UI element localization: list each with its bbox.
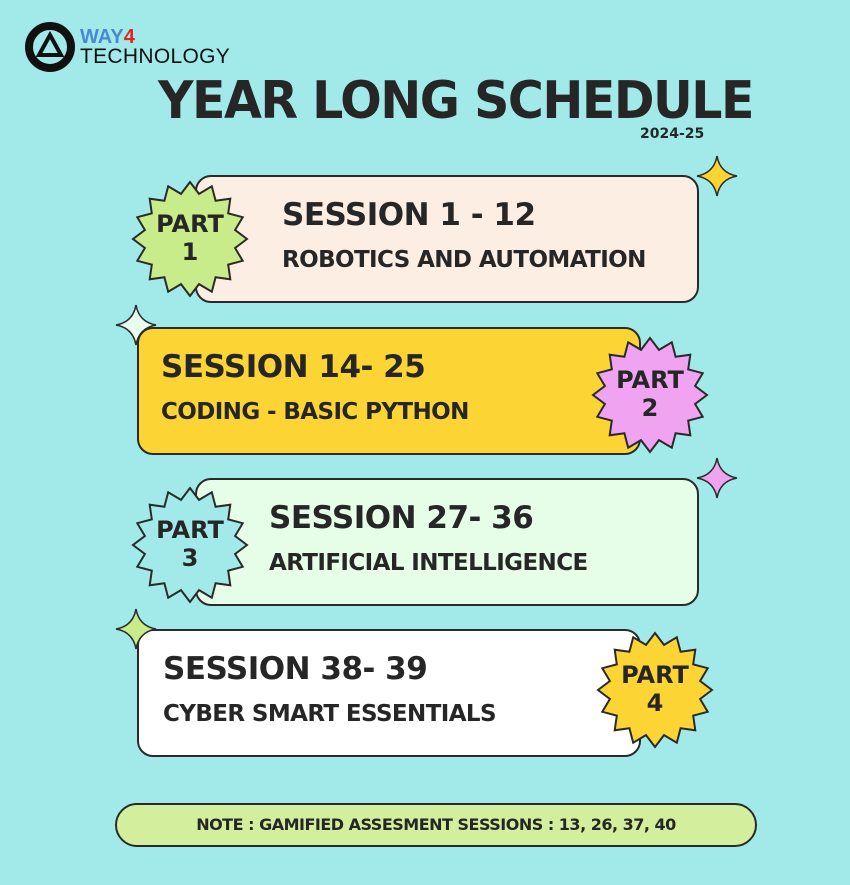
brand-logo: WAY4 TECHNOLOGY [24,21,230,73]
topic-label: ARTIFICIAL INTELLIGENCE [269,550,588,576]
topic-label: ROBOTICS AND AUTOMATION [282,247,646,273]
logo-technology: TECHNOLOGY [80,45,231,68]
year-label: 2024-25 [640,126,705,142]
badge-part: PART [156,516,224,544]
sparkle-icon [115,608,157,650]
part-card-1: SESSION 1 - 12 ROBOTICS AND AUTOMATION [195,175,699,303]
session-range: SESSION 38- 39 [163,651,428,687]
sparkle-icon [696,155,738,197]
part-badge-4: PART 4 [596,631,714,749]
session-range: SESSION 14- 25 [161,349,426,385]
topic-label: CYBER SMART ESSENTIALS [163,701,497,727]
note-banner: NOTE : GAMIFIED ASSESMENT SESSIONS : 13,… [115,803,757,847]
part-badge-2: PART 2 [591,336,709,454]
badge-number: 4 [646,689,664,717]
page-title: YEAR LONG SCHEDULE [158,70,754,131]
badge-part: PART [616,366,684,394]
session-range: SESSION 1 - 12 [282,197,536,233]
part-card-2: SESSION 14- 25 CODING - BASIC PYTHON [137,327,641,455]
part-card-4: SESSION 38- 39 CYBER SMART ESSENTIALS [137,629,641,757]
badge-number: 2 [641,394,659,422]
badge-number: 3 [181,544,199,572]
part-badge-1: PART 1 [131,180,249,298]
badge-number: 1 [181,238,199,266]
badge-part: PART [621,661,689,689]
session-range: SESSION 27- 36 [269,500,534,536]
logo-icon [25,22,75,72]
badge-part: PART [156,210,224,238]
part-badge-3: PART 3 [131,486,249,604]
part-card-3: SESSION 27- 36 ARTIFICIAL INTELLIGENCE [195,478,699,606]
sparkle-icon [696,457,738,499]
sparkle-icon [115,304,157,346]
topic-label: CODING - BASIC PYTHON [161,399,469,425]
